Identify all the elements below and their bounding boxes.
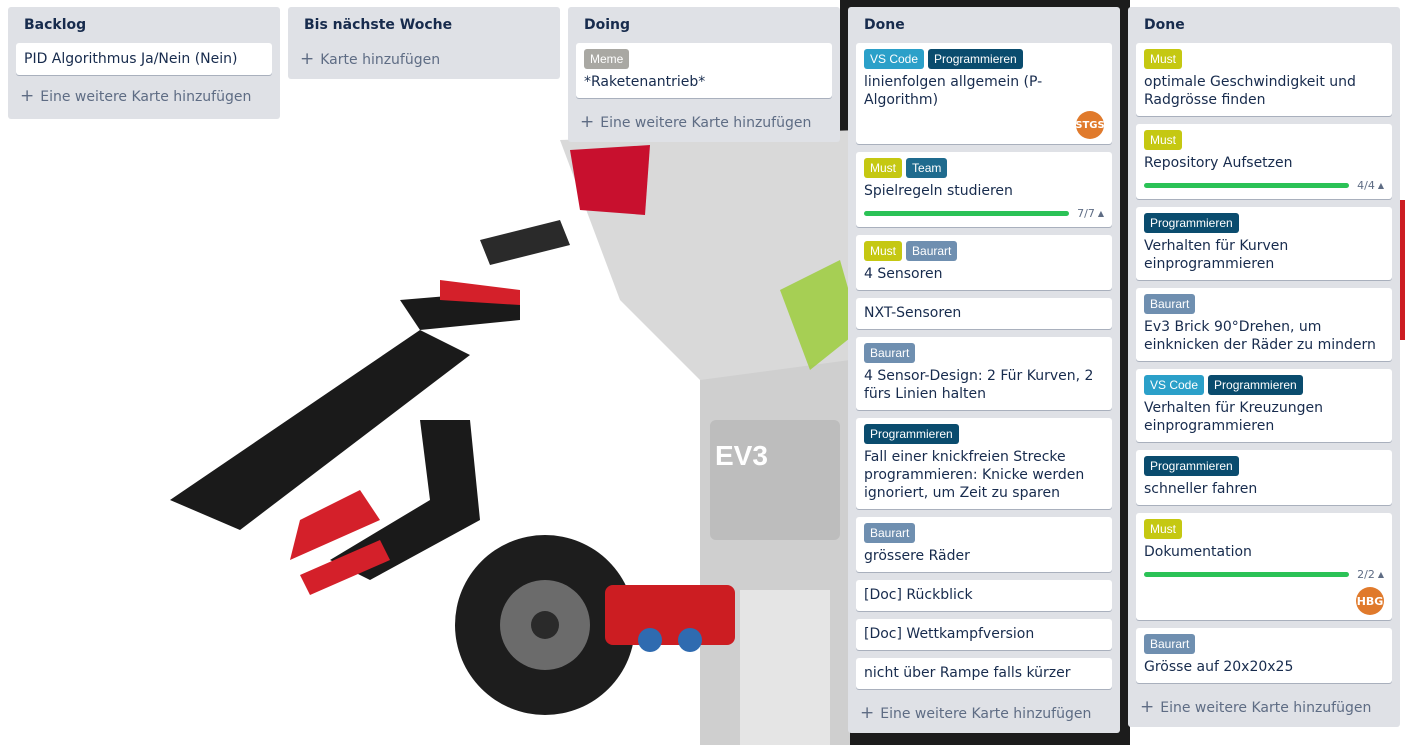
card-title: [Doc] Wettkampfversion <box>864 626 1035 642</box>
card[interactable]: Programmieren schneller fahren <box>1136 450 1392 505</box>
list-title[interactable]: Done <box>1128 7 1400 43</box>
card-title: optimale Geschwindigkeit und Radgrösse f… <box>1144 74 1356 108</box>
checklist-progress-bar <box>864 210 1070 216</box>
add-card-button[interactable]: + Eine weitere Karte hinzufügen <box>568 106 840 142</box>
label-programmieren: Programmieren <box>1144 456 1239 476</box>
list-done-2: Done Must optimale Geschwindigkeit und R… <box>1128 7 1400 727</box>
checklist-count: 4/4 <box>1357 178 1375 192</box>
label-baurart: Baurart <box>1144 634 1196 654</box>
card-title: 4 Sensoren <box>864 266 943 282</box>
card[interactable]: Baurart 4 Sensor-Design: 2 Für Kurven, 2… <box>856 337 1112 410</box>
list-title[interactable]: Done <box>848 7 1120 43</box>
card-title: NXT-Sensoren <box>864 305 962 321</box>
card[interactable]: [Doc] Rückblick <box>856 580 1112 611</box>
list-bis-naechste-woche: Bis nächste Woche + Karte hinzufügen <box>288 7 560 79</box>
add-card-label: Eine weitere Karte hinzufügen <box>1160 700 1372 716</box>
label-meme: Meme <box>584 49 630 69</box>
label-baurart: Baurart <box>864 523 916 543</box>
list-title[interactable]: Backlog <box>8 7 280 43</box>
card[interactable]: Must Dokumentation 2/2 ▲ HBG <box>1136 513 1392 620</box>
checklist-progress-bar <box>1144 182 1350 188</box>
label-must: Must <box>864 158 903 178</box>
list-done-1: Done VS Code Programmieren linienfolgen … <box>848 7 1120 733</box>
add-card-button[interactable]: + Karte hinzufügen <box>288 43 560 79</box>
card-title: Spielregeln studieren <box>864 183 1013 199</box>
label-baurart: Baurart <box>906 241 958 261</box>
add-card-label: Eine weitere Karte hinzufügen <box>880 706 1092 722</box>
card-title: Grösse auf 20x20x25 <box>1144 659 1294 675</box>
card-title: Ev3 Brick 90°Drehen, um einknicken der R… <box>1144 319 1376 353</box>
caret-up-icon[interactable]: ▲ <box>1098 209 1104 218</box>
label-baurart: Baurart <box>864 343 916 363</box>
card[interactable]: Must Baurart 4 Sensoren <box>856 235 1112 290</box>
plus-icon: + <box>1140 697 1155 717</box>
plus-icon: + <box>300 49 315 69</box>
add-card-button[interactable]: + Eine weitere Karte hinzufügen <box>848 697 1120 733</box>
card[interactable]: VS Code Programmieren Verhalten für Kreu… <box>1136 369 1392 442</box>
label-must: Must <box>1144 519 1183 539</box>
list-title[interactable]: Bis nächste Woche <box>288 7 560 43</box>
card[interactable]: Baurart Ev3 Brick 90°Drehen, um einknick… <box>1136 288 1392 361</box>
brick-text: EV3 <box>715 440 768 471</box>
card[interactable]: Baurart Grösse auf 20x20x25 <box>1136 628 1392 683</box>
card-title: 4 Sensor-Design: 2 Für Kurven, 2 fürs Li… <box>864 368 1094 402</box>
card[interactable]: NXT-Sensoren <box>856 298 1112 329</box>
label-team: Team <box>906 158 948 178</box>
card-title: Repository Aufsetzen <box>1144 155 1293 171</box>
card-title: Verhalten für Kreuzungen einprogrammiere… <box>1144 400 1323 434</box>
label-programmieren: Programmieren <box>864 424 959 444</box>
add-card-label: Eine weitere Karte hinzufügen <box>40 89 252 105</box>
label-baurart: Baurart <box>1144 294 1196 314</box>
card[interactable]: Programmieren Fall einer knickfreien Str… <box>856 418 1112 509</box>
card-title: [Doc] Rückblick <box>864 587 973 603</box>
card[interactable]: VS Code Programmieren linienfolgen allge… <box>856 43 1112 144</box>
card[interactable]: Meme *Raketenantrieb* <box>576 43 832 98</box>
plus-icon: + <box>860 703 875 723</box>
card-title: Fall einer knickfreien Strecke programmi… <box>864 449 1085 501</box>
add-card-button[interactable]: + Eine weitere Karte hinzufügen <box>1128 691 1400 727</box>
member-avatar[interactable]: HBG <box>1356 587 1384 615</box>
caret-up-icon[interactable]: ▲ <box>1378 570 1384 579</box>
card[interactable]: Must Repository Aufsetzen 4/4 ▲ <box>1136 124 1392 199</box>
card[interactable]: Must optimale Geschwindigkeit und Radgrö… <box>1136 43 1392 116</box>
add-card-button[interactable]: + Eine weitere Karte hinzufügen <box>8 83 280 119</box>
checklist-count: 2/2 <box>1357 567 1375 581</box>
label-vscode: VS Code <box>1144 375 1205 395</box>
card[interactable]: Programmieren Verhalten für Kurven einpr… <box>1136 207 1392 280</box>
card-title: nicht über Rampe falls kürzer <box>864 665 1071 681</box>
add-card-label: Eine weitere Karte hinzufügen <box>600 115 812 131</box>
list-doing: Doing Meme *Raketenantrieb* + Eine weite… <box>568 7 840 142</box>
card[interactable]: Baurart grössere Räder <box>856 517 1112 572</box>
card[interactable]: nicht über Rampe falls kürzer <box>856 658 1112 689</box>
label-programmieren: Programmieren <box>928 49 1023 69</box>
card[interactable]: PID Algorithmus Ja/Nein (Nein) <box>16 43 272 75</box>
card[interactable]: Must Team Spielregeln studieren 7/7 ▲ <box>856 152 1112 227</box>
add-card-label: Karte hinzufügen <box>320 52 441 68</box>
label-must: Must <box>1144 130 1183 150</box>
label-must: Must <box>1144 49 1183 69</box>
checklist-count: 7/7 <box>1077 206 1095 220</box>
card-title: PID Algorithmus Ja/Nein (Nein) <box>24 51 238 67</box>
list-title[interactable]: Doing <box>568 7 840 43</box>
card-title: Dokumentation <box>1144 544 1252 560</box>
card-title: Verhalten für Kurven einprogrammieren <box>1144 238 1289 272</box>
label-must: Must <box>864 241 903 261</box>
card-title: grössere Räder <box>864 548 970 564</box>
list-backlog: Backlog PID Algorithmus Ja/Nein (Nein) +… <box>8 7 280 119</box>
label-programmieren: Programmieren <box>1208 375 1303 395</box>
card-title: *Raketenantrieb* <box>584 74 706 90</box>
caret-up-icon[interactable]: ▲ <box>1378 181 1384 190</box>
card-title: schneller fahren <box>1144 481 1258 497</box>
plus-icon: + <box>580 112 595 132</box>
label-programmieren: Programmieren <box>1144 213 1239 233</box>
checklist-progress-bar <box>1144 571 1350 577</box>
card[interactable]: [Doc] Wettkampfversion <box>856 619 1112 650</box>
card-title: linienfolgen allgemein (P-Algorithm) <box>864 74 1043 108</box>
label-vscode: VS Code <box>864 49 925 69</box>
plus-icon: + <box>20 86 35 106</box>
member-avatar[interactable]: STGS <box>1076 111 1104 139</box>
